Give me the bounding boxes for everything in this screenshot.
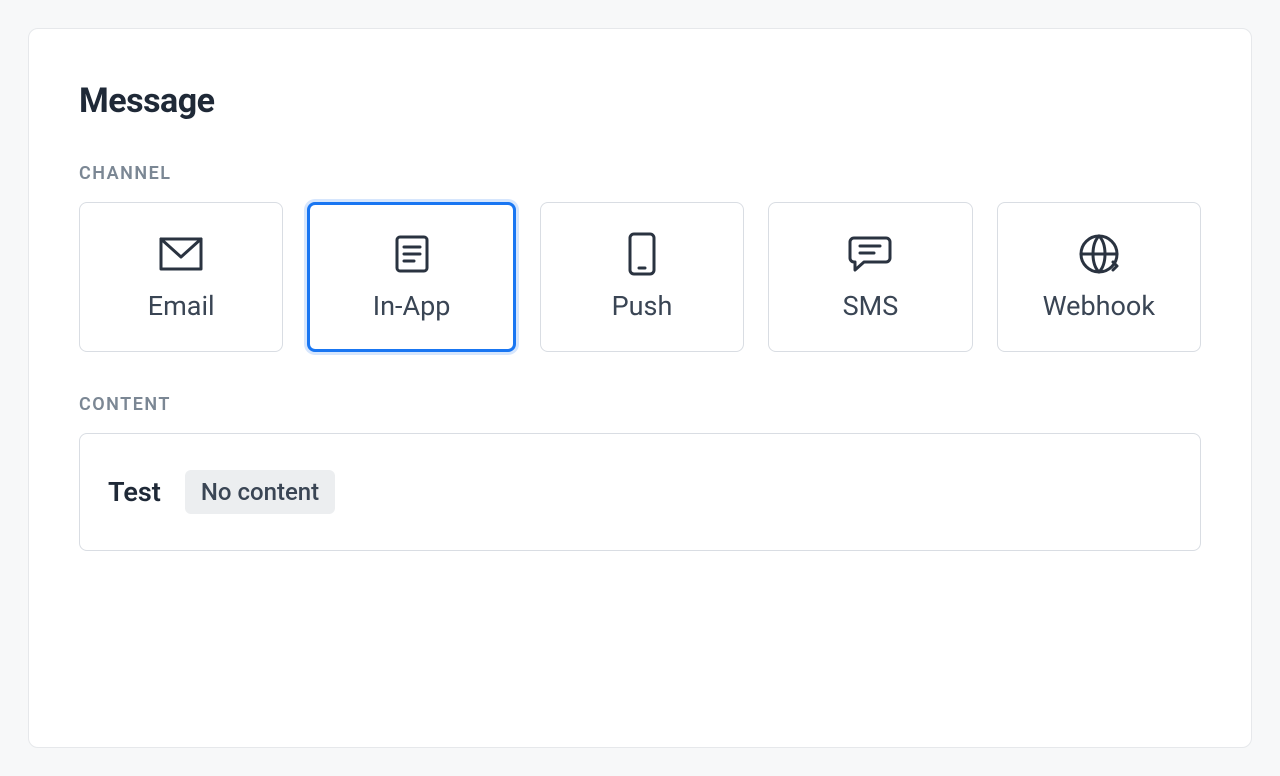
section-label-channel: CHANNEL	[79, 163, 1201, 184]
chat-icon	[848, 232, 892, 276]
mobile-icon	[620, 232, 664, 276]
message-card: Message CHANNEL Email In-App	[28, 28, 1252, 748]
channel-label: Webhook	[1043, 290, 1155, 322]
page-title: Message	[79, 81, 1201, 121]
email-icon	[159, 232, 203, 276]
content-title: Test	[108, 476, 161, 508]
document-lines-icon	[390, 232, 434, 276]
globe-arrow-icon	[1077, 232, 1121, 276]
channel-label: Push	[612, 290, 673, 322]
channel-option-email[interactable]: Email	[79, 202, 283, 352]
channel-picker: Email In-App Push	[79, 202, 1201, 352]
channel-label: SMS	[843, 290, 899, 322]
channel-label: Email	[148, 290, 215, 322]
section-label-content: CONTENT	[79, 394, 1201, 415]
content-row[interactable]: Test No content	[79, 433, 1201, 551]
channel-option-inapp[interactable]: In-App	[307, 202, 515, 352]
channel-option-push[interactable]: Push	[540, 202, 744, 352]
channel-option-sms[interactable]: SMS	[768, 202, 972, 352]
channel-option-webhook[interactable]: Webhook	[997, 202, 1201, 352]
channel-label: In-App	[373, 290, 451, 322]
content-status-badge: No content	[185, 470, 335, 514]
